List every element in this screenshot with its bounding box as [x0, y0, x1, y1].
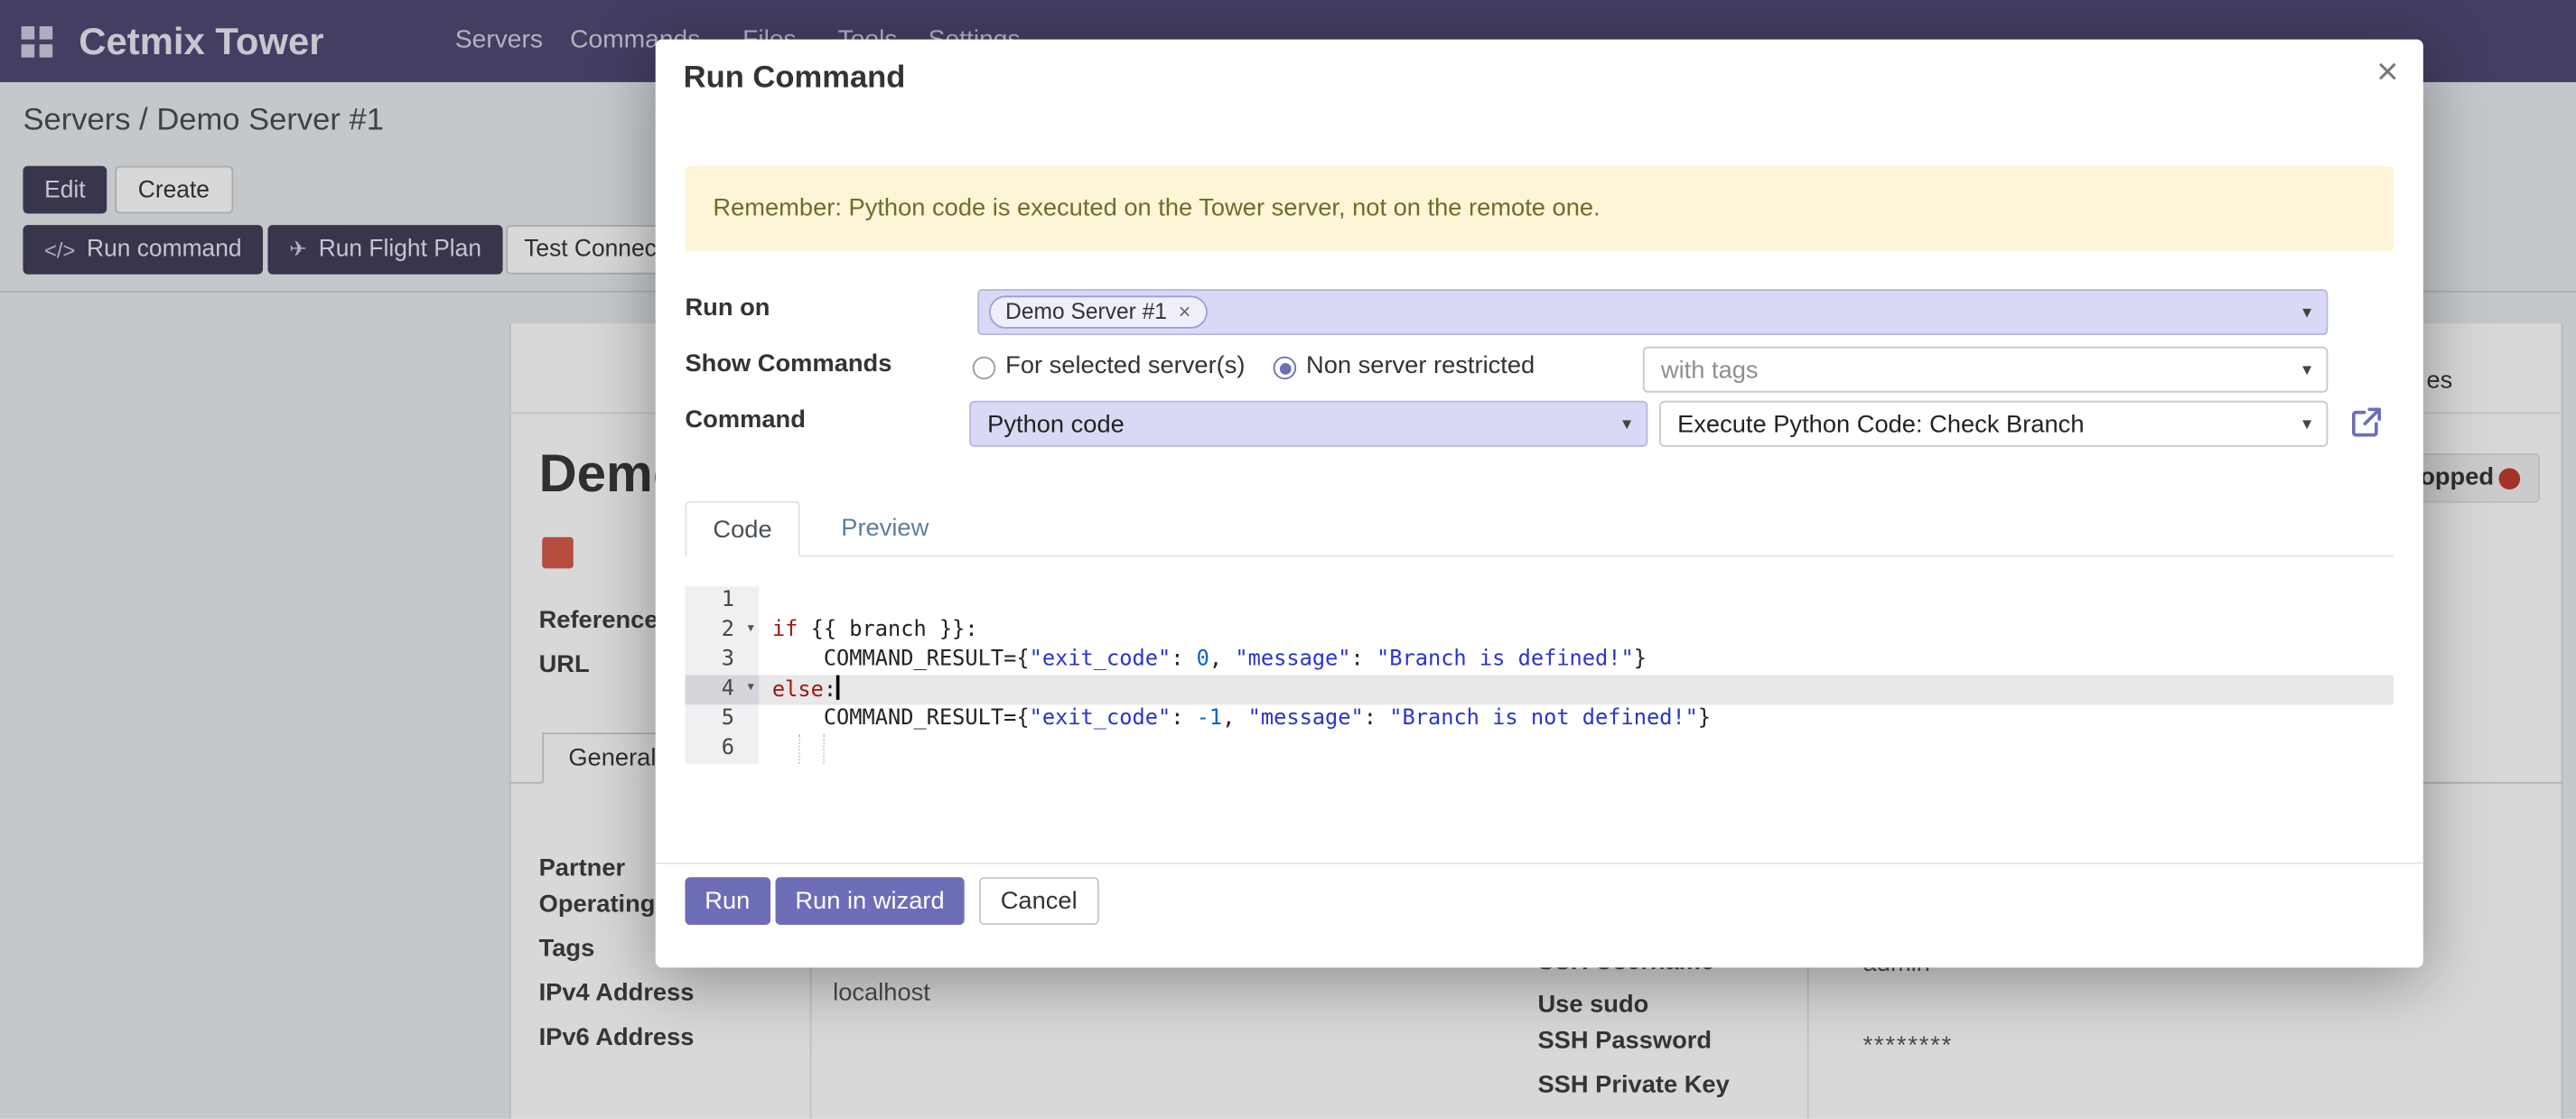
footer-divider — [656, 863, 2423, 864]
editor-line-text[interactable]: else: — [759, 676, 2394, 705]
gutter-line-number: 4▾ — [685, 676, 759, 705]
editor-line-text[interactable]: COMMAND_RESULT={"exit_code": -1, "messag… — [759, 704, 2394, 734]
code-editor[interactable]: 12▾if {{ branch }}:3 COMMAND_RESULT={"ex… — [685, 583, 2394, 863]
alert-text: Remember: Python code is executed on the… — [713, 166, 1600, 252]
editor-line-text[interactable] — [759, 734, 2394, 764]
text-cursor — [836, 676, 840, 700]
editor-line-text[interactable] — [759, 586, 2394, 616]
modal-title: Run Command — [684, 61, 906, 97]
editor-line[interactable]: 1 — [685, 586, 2394, 616]
run-on-select[interactable]: Demo Server #1 × ▾ — [977, 289, 2328, 335]
close-icon[interactable]: × — [2376, 52, 2398, 90]
run-command-modal: Run Command × Remember: Python code is e… — [656, 40, 2423, 968]
fold-arrow-icon[interactable]: ▾ — [746, 674, 756, 704]
command-type-select[interactable]: Python code ▾ — [969, 401, 1647, 447]
editor-line[interactable]: 4▾else: — [685, 676, 2394, 705]
editor-line[interactable]: 6 — [685, 734, 2394, 764]
gutter-line-number: 3 — [685, 646, 759, 676]
with-tags-placeholder: with tags — [1661, 356, 1759, 384]
command-type-value: Python code — [987, 410, 1125, 438]
gutter-line-number: 5 — [685, 704, 759, 734]
radio-for-selected-servers-label: For selected server(s) — [1005, 351, 1245, 379]
chevron-down-icon: ▾ — [1622, 413, 1631, 434]
tab-preview[interactable]: Preview — [815, 501, 955, 557]
gutter-line-number: 2▾ — [685, 616, 759, 646]
run-on-label: Run on — [685, 294, 770, 322]
gutter-line-number: 6 — [685, 734, 759, 764]
chevron-down-icon: ▾ — [2302, 359, 2311, 380]
tabline — [685, 555, 2394, 557]
tag-remove-icon[interactable]: × — [1179, 299, 1191, 323]
python-warning-alert: Remember: Python code is executed on the… — [685, 166, 2394, 252]
editor-line[interactable]: 2▾if {{ branch }}: — [685, 616, 2394, 646]
editor-line-text[interactable]: if {{ branch }}: — [759, 616, 2394, 646]
cancel-button[interactable]: Cancel — [979, 877, 1098, 925]
command-label: Command — [685, 406, 805, 434]
command-select[interactable]: Execute Python Code: Check Branch ▾ — [1659, 401, 2328, 447]
with-tags-select[interactable]: with tags ▾ — [1643, 347, 2328, 393]
editor-line[interactable]: 3 COMMAND_RESULT={"exit_code": 0, "messa… — [685, 646, 2394, 676]
chevron-down-icon: ▾ — [2302, 413, 2311, 434]
radio-non-server-restricted[interactable] — [1274, 357, 1296, 379]
chevron-down-icon: ▾ — [2302, 302, 2311, 323]
fold-arrow-icon[interactable]: ▾ — [746, 614, 756, 644]
tab-code[interactable]: Code — [685, 501, 799, 557]
editor-line[interactable]: 5 COMMAND_RESULT={"exit_code": -1, "mess… — [685, 704, 2394, 734]
server-tag-pill[interactable]: Demo Server #1 × — [989, 295, 1208, 328]
show-commands-label: Show Commands — [685, 350, 891, 378]
editor-lines: 12▾if {{ branch }}:3 COMMAND_RESULT={"ex… — [685, 586, 2394, 763]
run-button[interactable]: Run — [685, 877, 770, 925]
server-tag-label: Demo Server #1 — [1005, 299, 1167, 323]
gutter-line-number: 1 — [685, 586, 759, 616]
run-in-wizard-button[interactable]: Run in wizard — [776, 877, 965, 925]
command-value: Execute Python Code: Check Branch — [1677, 410, 2084, 438]
editor-line-text[interactable]: COMMAND_RESULT={"exit_code": 0, "message… — [759, 646, 2394, 676]
radio-non-server-restricted-label: Non server restricted — [1306, 351, 1535, 379]
screen: Cetmix Tower Servers Commands Files Tool… — [0, 0, 2576, 1119]
external-link-icon[interactable] — [2347, 404, 2384, 440]
radio-for-selected-servers[interactable] — [973, 357, 995, 379]
